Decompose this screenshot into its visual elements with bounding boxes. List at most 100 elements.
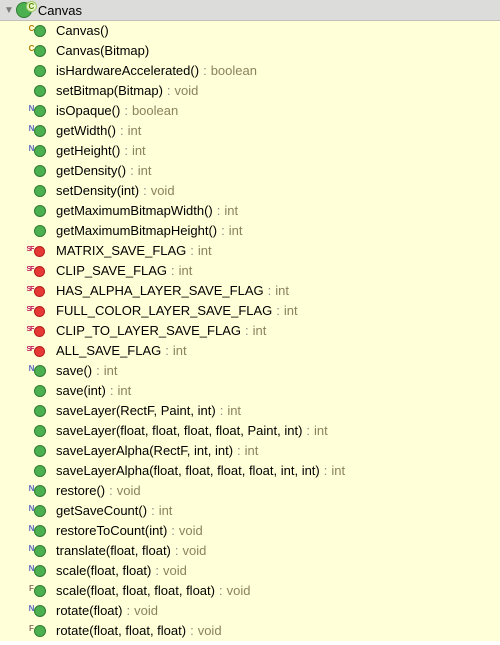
member-signature: MATRIX_SAVE_FLAG — [56, 243, 186, 259]
type-separator: : — [155, 563, 159, 579]
type-separator: : — [276, 303, 280, 319]
member-row[interactable]: CCanvas(Bitmap) — [0, 41, 500, 61]
member-signature: saveLayer(RectF, Paint, int) — [56, 403, 216, 419]
modifier-badge: SF — [24, 262, 36, 278]
member-row[interactable]: NgetSaveCount():int — [0, 501, 500, 521]
return-type: int — [179, 263, 193, 279]
method-dot-icon — [34, 185, 46, 197]
member-row[interactable]: NgetWidth():int — [0, 121, 500, 141]
modifier-badge: F — [27, 581, 36, 597]
type-separator: : — [126, 603, 130, 619]
type-separator: : — [220, 403, 224, 419]
member-row[interactable]: saveLayerAlpha(RectF, int, int):int — [0, 441, 500, 461]
member-row[interactable]: getMaximumBitmapWidth():int — [0, 201, 500, 221]
return-type: void — [151, 183, 175, 199]
return-type: int — [128, 123, 142, 139]
type-separator: : — [130, 163, 134, 179]
member-signature: Canvas() — [56, 23, 109, 39]
member-signature: CLIP_SAVE_FLAG — [56, 263, 167, 279]
return-type: void — [175, 83, 199, 99]
method-dot-icon — [34, 65, 46, 77]
method-icon: N — [34, 145, 56, 157]
member-signature: HAS_ALPHA_LAYER_SAVE_FLAG — [56, 283, 264, 299]
modifier-badge: SF — [24, 302, 36, 318]
method-icon — [34, 385, 56, 397]
return-type: int — [104, 363, 118, 379]
method-icon: N — [34, 505, 56, 517]
field-icon: SF — [34, 326, 56, 337]
method-icon: C — [34, 45, 56, 57]
member-row[interactable]: saveLayer(RectF, Paint, int):int — [0, 401, 500, 421]
class-header[interactable]: ▼ C Canvas — [0, 0, 500, 21]
method-icon — [34, 165, 56, 177]
member-row[interactable]: SFALL_SAVE_FLAG:int — [0, 341, 500, 361]
member-row[interactable]: SFFULL_COLOR_LAYER_SAVE_FLAG:int — [0, 301, 500, 321]
collapse-icon[interactable]: ▼ — [4, 5, 14, 16]
member-row[interactable]: SF CLIP_SAVE_FLAG: int — [0, 261, 500, 281]
modifier-badge: SF — [24, 322, 36, 338]
member-signature: restoreToCount(int) — [56, 523, 167, 539]
member-signature: isHardwareAccelerated() — [56, 63, 199, 79]
type-separator: : — [217, 203, 221, 219]
member-row[interactable]: getDensity():int — [0, 161, 500, 181]
method-icon — [34, 65, 56, 77]
member-row[interactable]: NgetHeight():int — [0, 141, 500, 161]
modifier-badge: N — [27, 481, 36, 497]
modifier-badge: SF — [24, 342, 36, 358]
type-separator: : — [110, 383, 114, 399]
return-type: void — [198, 623, 222, 639]
member-row[interactable]: saveLayerAlpha(float, float, float, floa… — [0, 461, 500, 481]
return-type: int — [132, 143, 146, 159]
type-separator: : — [306, 423, 310, 439]
member-row[interactable]: Nrestore():void — [0, 481, 500, 501]
member-row[interactable]: Nscale(float, float):void — [0, 561, 500, 581]
member-row[interactable]: Fscale(float, float, float, float):void — [0, 581, 500, 601]
method-icon — [34, 85, 56, 97]
return-type: int — [245, 443, 259, 459]
type-separator: : — [221, 223, 225, 239]
outline-view: ▼ C Canvas CCanvas()CCanvas(Bitmap)isHar… — [0, 0, 500, 641]
method-icon: N — [34, 485, 56, 497]
member-signature: getMaximumBitmapWidth() — [56, 203, 213, 219]
class-name: Canvas — [38, 3, 82, 18]
return-type: void — [117, 483, 141, 499]
member-row[interactable]: CCanvas() — [0, 21, 500, 41]
type-separator: : — [245, 323, 249, 339]
member-row[interactable]: Ntranslate(float, float):void — [0, 541, 500, 561]
member-row[interactable]: NrestoreToCount(int):void — [0, 521, 500, 541]
member-row[interactable]: setBitmap(Bitmap):void — [0, 81, 500, 101]
member-row[interactable]: Nsave():int — [0, 361, 500, 381]
method-icon: N — [34, 565, 56, 577]
modifier-badge: SF — [24, 282, 36, 298]
member-row[interactable]: setDensity(int):void — [0, 181, 500, 201]
member-signature: FULL_COLOR_LAYER_SAVE_FLAG — [56, 303, 272, 319]
type-separator: : — [171, 263, 175, 279]
return-type: int — [275, 283, 289, 299]
modifier-badge: N — [27, 561, 36, 577]
method-icon: F — [34, 625, 56, 637]
method-dot-icon — [34, 225, 46, 237]
member-row[interactable]: SFMATRIX_SAVE_FLAG:int — [0, 241, 500, 261]
type-separator: : — [219, 583, 223, 599]
member-signature: scale(float, float) — [56, 563, 151, 579]
modifier-badge: SF — [24, 242, 36, 258]
member-row[interactable]: getMaximumBitmapHeight():int — [0, 221, 500, 241]
member-row[interactable]: Nrotate(float):void — [0, 601, 500, 621]
member-row[interactable]: isHardwareAccelerated():boolean — [0, 61, 500, 81]
method-icon — [34, 185, 56, 197]
type-separator: : — [190, 623, 194, 639]
member-row[interactable]: SFHAS_ALPHA_LAYER_SAVE_FLAG:int — [0, 281, 500, 301]
member-row[interactable]: saveLayer(float, float, float, float, Pa… — [0, 421, 500, 441]
member-signature: save() — [56, 363, 92, 379]
modifier-badge: N — [27, 101, 36, 117]
method-dot-icon — [34, 445, 46, 457]
member-row[interactable]: save(int):int — [0, 381, 500, 401]
member-row[interactable]: Frotate(float, float, float):void — [0, 621, 500, 641]
member-signature: rotate(float, float, float) — [56, 623, 186, 639]
field-icon: SF — [34, 286, 56, 297]
member-row[interactable]: SFCLIP_TO_LAYER_SAVE_FLAG:int — [0, 321, 500, 341]
type-separator: : — [96, 363, 100, 379]
member-row[interactable]: NisOpaque():boolean — [0, 101, 500, 121]
method-icon — [34, 445, 56, 457]
member-signature: getMaximumBitmapHeight() — [56, 223, 217, 239]
